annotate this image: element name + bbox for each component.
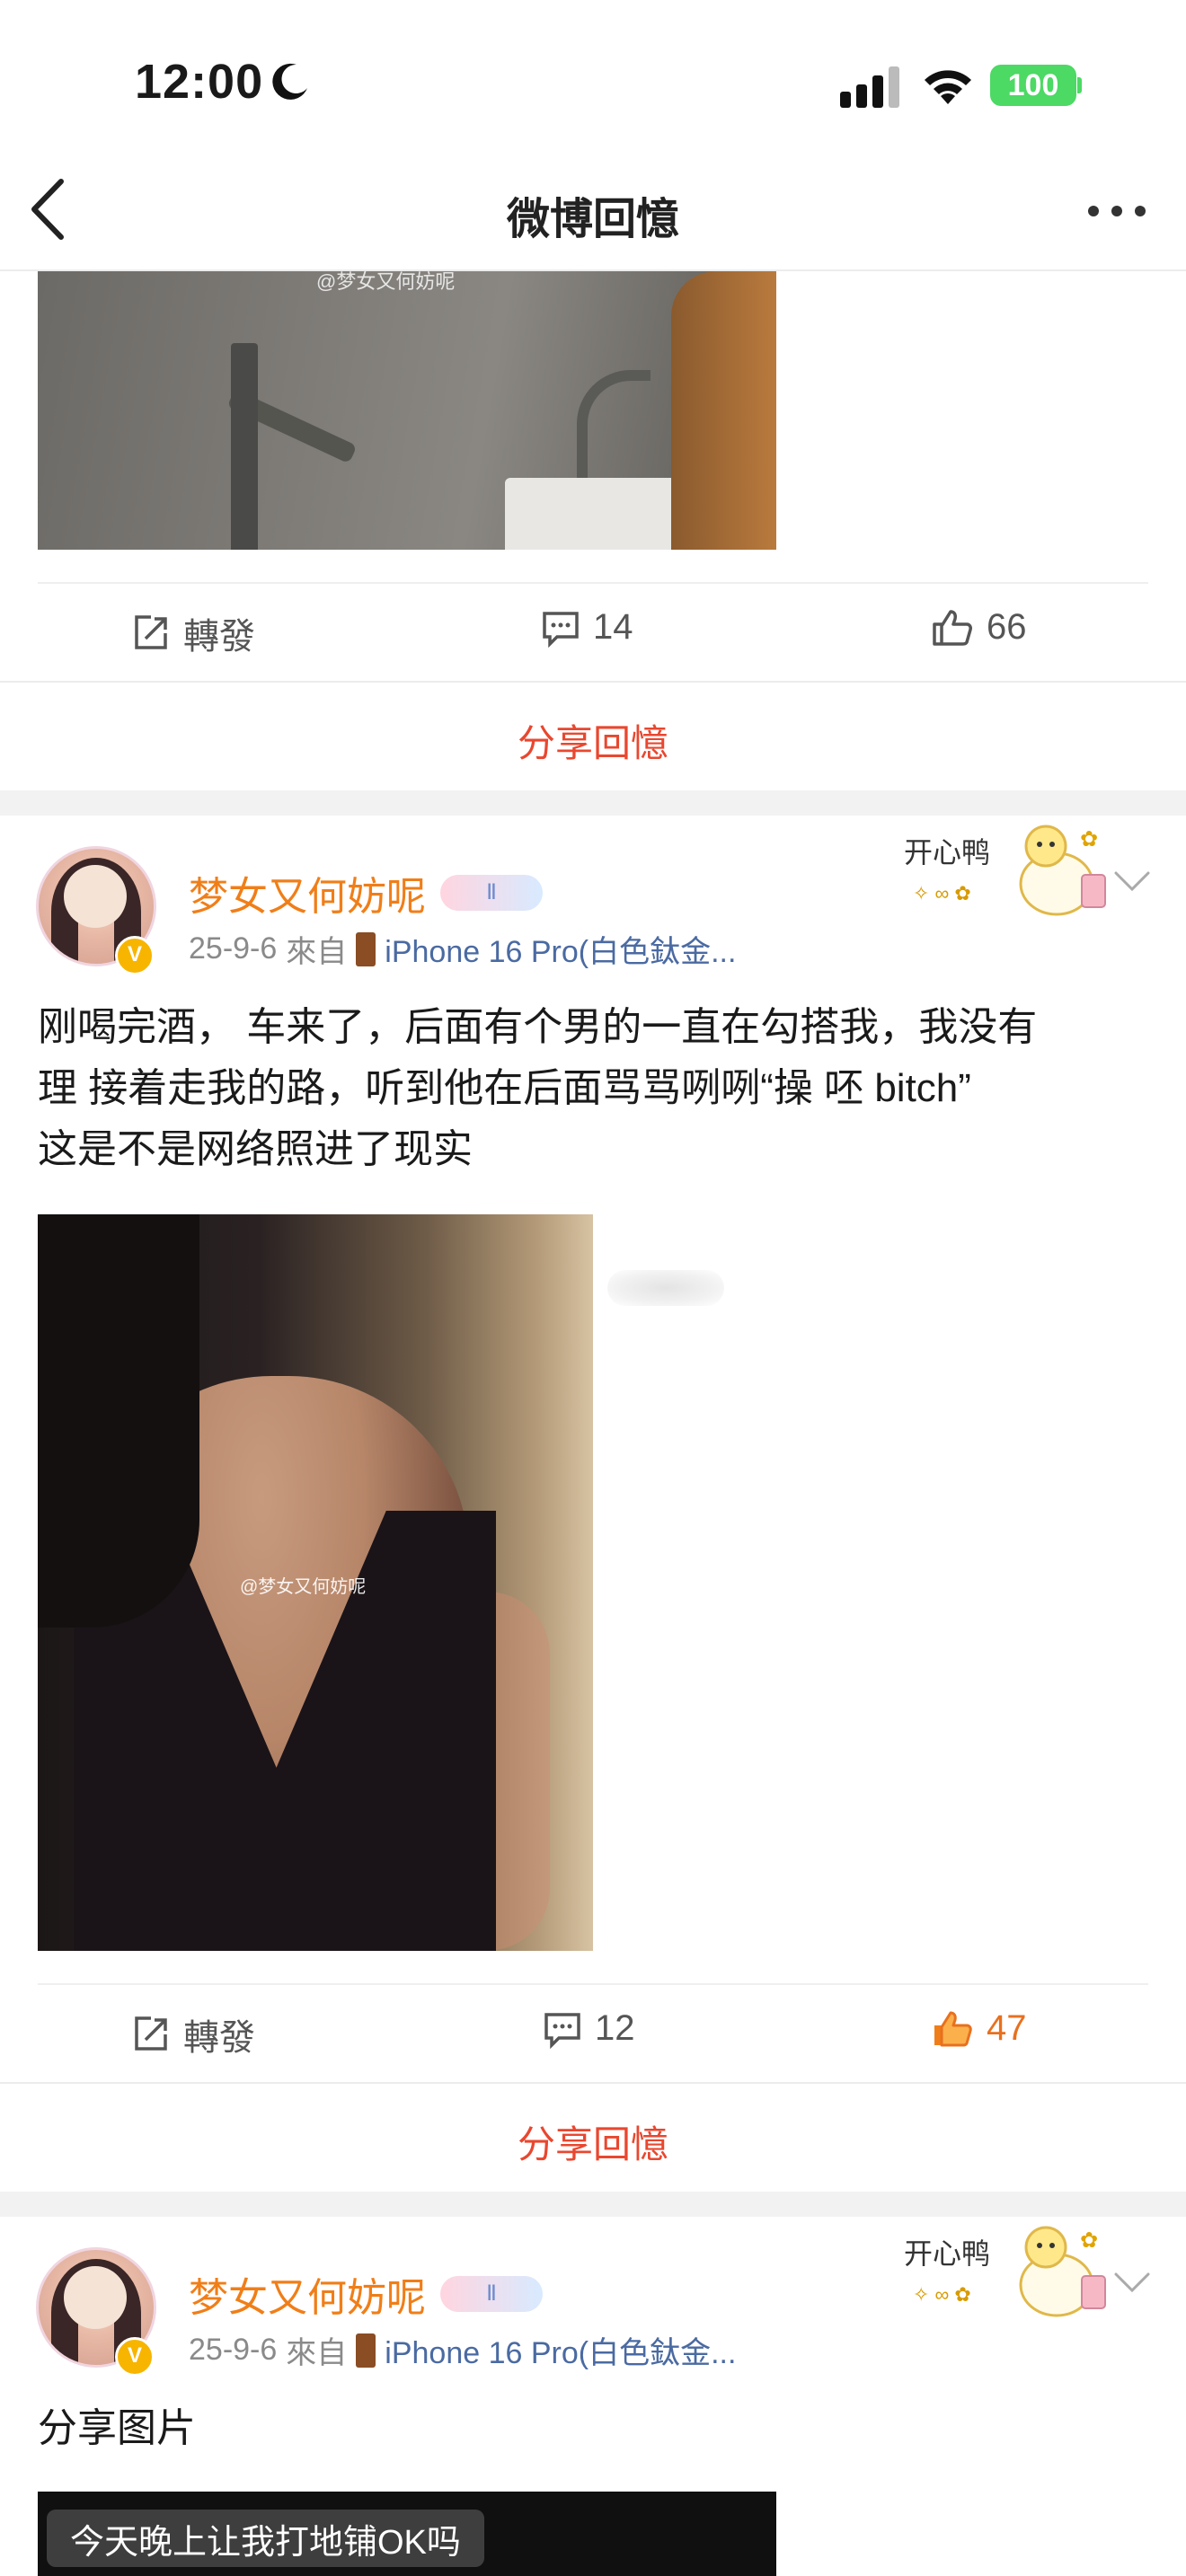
post-gap (0, 2192, 1186, 2217)
post-author-row: 梦女又何妨呢 Ⅱ (189, 864, 543, 922)
action-divider (38, 582, 1148, 584)
fan-badge: Ⅱ (440, 875, 543, 911)
photo-watermark: @梦女又何妨呢 (240, 1577, 367, 1597)
status-time: 12:00 (135, 55, 264, 109)
post-text-line: 刚喝完酒， 车来了，后面有个男的一直在勾搭我，我没有 (38, 1005, 1038, 1049)
image-caption: 今天晚上让我打地铺OK吗 (47, 2510, 484, 2567)
wifi-icon (925, 70, 971, 104)
comment-count: 12 (595, 2008, 635, 2048)
comment-icon (544, 2012, 580, 2049)
svg-text:✧ ∞ ✿: ✧ ∞ ✿ (913, 2283, 971, 2306)
verified-badge: V (115, 936, 155, 975)
repost-label: 轉發 (183, 617, 255, 657)
from-label: 來自 (286, 935, 348, 969)
more-options-icon[interactable] (1087, 205, 1146, 217)
fan-badge: Ⅱ (440, 2276, 543, 2312)
comment-button[interactable]: 12 (543, 2008, 635, 2049)
post-photo[interactable]: 今天晚上让我打地铺OK吗 (38, 2492, 776, 2576)
share-divider (0, 2082, 1186, 2084)
sticker-text: 开心鸭 (904, 2236, 990, 2271)
like-button[interactable]: 47 (931, 2008, 1027, 2049)
post-source[interactable]: iPhone 16 Pro(白色鈦金... (385, 927, 736, 971)
chevron-down-icon[interactable] (1112, 869, 1152, 893)
comment-icon (543, 611, 579, 648)
chevron-down-icon[interactable] (1112, 2271, 1152, 2294)
post-author-row: 梦女又何妨呢 Ⅱ (189, 2265, 543, 2323)
thumbs-up-icon (933, 609, 972, 646)
door-icon (356, 2333, 376, 2368)
post-meta: 25-9-6 來自 iPhone 16 Pro(白色鈦金... (189, 2328, 736, 2372)
thumbs-up-filled-icon (934, 2011, 972, 2046)
post-text: 分享图片 (38, 2406, 196, 2450)
share-memory-button[interactable]: 分享回憶 (0, 713, 1186, 768)
repost-label: 轉發 (183, 2018, 255, 2058)
post-meta: 25-9-6 來自 iPhone 16 Pro(白色鈦金... (189, 927, 736, 971)
repost-button[interactable]: 轉發 (131, 607, 255, 659)
post-text-line: 理 接着走我的路，听到他在后面骂骂咧咧“操 呸 bitch” (38, 1066, 971, 1110)
username[interactable]: 梦女又何妨呢 (189, 2265, 426, 2323)
share-divider (0, 681, 1186, 683)
post-text-line: 这是不是网络照进了现实 (38, 1127, 473, 1171)
repost-icon (135, 615, 167, 649)
share-memory-button[interactable]: 分享回憶 (0, 2114, 1186, 2169)
from-label: 來自 (286, 2336, 348, 2370)
comment-button[interactable]: 14 (541, 607, 633, 648)
door-icon (356, 931, 376, 966)
post-date: 25-9-6 (189, 931, 278, 966)
like-count: 66 (987, 607, 1027, 647)
comment-count: 14 (593, 607, 633, 647)
battery-indicator: 100 (990, 65, 1076, 106)
blurred-overlay (607, 1270, 724, 1306)
post-photo[interactable]: @梦女又何妨呢 (38, 1214, 593, 1951)
page-title: 微博回憶 (506, 196, 679, 243)
svg-text:✿: ✿ (1080, 2228, 1098, 2253)
cellular-signal-icon (840, 66, 899, 108)
happy-duck-sticker-icon: 开心鸭 ✧ ∞ ✿ ✿ (904, 825, 1106, 916)
moon-icon (272, 63, 307, 100)
repost-icon (135, 2016, 167, 2051)
like-button[interactable]: 66 (931, 607, 1027, 648)
repost-button[interactable]: 轉發 (131, 2008, 255, 2060)
post-text: 刚喝完酒， 车来了，后面有个男的一直在勾搭我，我没有 理 接着走我的路，听到他在… (38, 997, 1152, 1180)
post-gap (0, 790, 1186, 816)
username[interactable]: 梦女又何妨呢 (189, 864, 426, 922)
verified-badge: V (115, 2337, 155, 2377)
post-source[interactable]: iPhone 16 Pro(白色鈦金... (385, 2328, 736, 2372)
sticker-text: 开心鸭 (904, 835, 990, 869)
post-photo[interactable]: @梦女又何妨呢 (38, 271, 776, 550)
post-date: 25-9-6 (189, 2333, 278, 2367)
action-divider (38, 1983, 1148, 1985)
like-count: 47 (987, 2008, 1027, 2048)
svg-text:✿: ✿ (1080, 827, 1098, 851)
battery-tip (1077, 77, 1082, 93)
svg-text:✧ ∞ ✿: ✧ ∞ ✿ (913, 882, 971, 904)
happy-duck-sticker-icon: 开心鸭 ✧ ∞ ✿ ✿ (904, 2226, 1106, 2317)
photo-watermark: @梦女又何妨呢 (316, 271, 456, 293)
